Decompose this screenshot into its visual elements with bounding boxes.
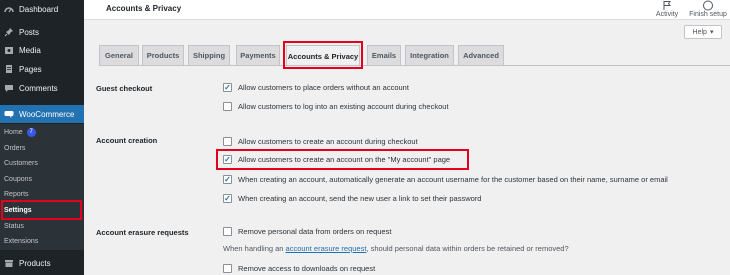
checkbox-remove-order-data[interactable]	[223, 227, 232, 236]
option-guest-orders-label: Allow customers to place orders without …	[238, 83, 409, 92]
erasure-description-post: , should personal data within orders be …	[366, 244, 569, 253]
option-remove-order-data[interactable]: Remove personal data from orders on requ…	[223, 227, 391, 236]
pin-icon	[4, 27, 14, 37]
woo-icon	[4, 109, 14, 119]
tab-integration[interactable]: Integration	[405, 45, 454, 65]
media-icon	[4, 45, 14, 55]
nav-comments[interactable]: Comments	[0, 79, 84, 97]
tab-shipping[interactable]: Shipping	[188, 45, 230, 65]
erasure-description-pre: When handling an	[223, 244, 286, 253]
nav-woocommerce[interactable]: WooCommerce	[0, 105, 84, 123]
erasure-description: When handling an account erasure request…	[223, 244, 569, 253]
nav-posts-label: Posts	[19, 27, 40, 37]
submenu-coupons[interactable]: Coupons	[4, 174, 32, 186]
page-title: Accounts & Privacy	[106, 4, 182, 13]
submenu-customers[interactable]: Customers	[4, 158, 38, 170]
submenu-extensions[interactable]: Extensions	[4, 236, 38, 248]
nav-pages[interactable]: Pages	[0, 60, 84, 78]
tab-emails[interactable]: Emails	[367, 45, 401, 65]
nav-media-label: Media	[19, 45, 41, 55]
tab-general[interactable]: General	[99, 45, 139, 65]
option-create-account-checkout[interactable]: Allow customers to create an account dur…	[223, 137, 418, 146]
checkbox-send-password-link[interactable]	[223, 194, 232, 203]
option-remove-downloads[interactable]: Remove access to downloads on request	[223, 264, 375, 273]
option-generate-username[interactable]: When creating an account, automatically …	[223, 175, 668, 184]
erasure-request-link[interactable]: account erasure request	[286, 244, 367, 253]
option-guest-orders[interactable]: Allow customers to place orders without …	[223, 83, 409, 92]
caret-down-icon: ▾	[709, 29, 714, 36]
nav-media[interactable]: Media	[0, 41, 84, 59]
option-login-checkout-label: Allow customers to log into an existing …	[238, 102, 449, 111]
nav-dashboard[interactable]: Dashboard	[0, 0, 84, 18]
finish-setup-button[interactable]: Finish setup	[688, 0, 728, 18]
help-button[interactable]: Help ▾	[684, 25, 722, 39]
option-remove-downloads-label: Remove access to downloads on request	[238, 264, 376, 273]
nav-products-label: Products	[19, 258, 51, 268]
option-remove-order-data-label: Remove personal data from orders on requ…	[238, 227, 392, 236]
nav-posts[interactable]: Posts	[0, 23, 84, 41]
nav-pages-label: Pages	[19, 64, 42, 74]
finish-setup-label: Finish setup	[689, 11, 727, 18]
option-generate-username-label: When creating an account, automatically …	[238, 175, 668, 184]
section-account-creation: Account creation	[96, 136, 158, 145]
tab-highlight-box	[283, 41, 363, 69]
activity-label: Activity	[655, 11, 679, 18]
page-icon	[4, 64, 14, 74]
submenu-orders[interactable]: Orders	[4, 143, 25, 155]
activity-button[interactable]: Activity	[652, 0, 682, 18]
notification-badge: 7	[26, 127, 36, 137]
checkbox-guest-orders[interactable]	[223, 83, 232, 92]
dashboard-icon	[4, 4, 14, 14]
nav-comments-label: Comments	[19, 83, 58, 93]
progress-ring-icon	[688, 0, 728, 11]
woocommerce-submenu: Home 7 Orders Customers Coupons Reports S…	[0, 124, 84, 250]
submenu-home-label: Home	[4, 129, 23, 136]
option-send-password-link[interactable]: When creating an account, send the new u…	[223, 194, 481, 203]
flag-icon	[652, 0, 682, 11]
tab-advanced[interactable]: Advanced	[458, 45, 504, 65]
checkbox-generate-username[interactable]	[223, 175, 232, 184]
section-account-erasure: Account erasure requests	[96, 228, 189, 237]
admin-sidebar: Dashboard Posts Media Pages Comments Woo…	[0, 0, 84, 275]
section-guest-checkout: Guest checkout	[96, 84, 153, 93]
submenu-home[interactable]: Home 7	[4, 127, 36, 139]
tab-payments[interactable]: Payments	[236, 45, 280, 65]
nav-woocommerce-label: WooCommerce	[19, 109, 75, 119]
help-label: Help	[692, 28, 707, 36]
top-header: Accounts & Privacy Activity Finish setup	[84, 0, 730, 20]
option-highlight-box	[216, 149, 469, 170]
checkbox-create-account-checkout[interactable]	[223, 137, 232, 146]
settings-highlight-box	[1, 200, 82, 220]
option-create-account-checkout-label: Allow customers to create an account dur…	[238, 137, 418, 146]
nav-products[interactable]: Products	[0, 254, 84, 272]
tab-divider	[99, 65, 730, 66]
option-send-password-link-label: When creating an account, send the new u…	[238, 194, 482, 203]
checkbox-login-checkout[interactable]	[223, 102, 232, 111]
option-login-checkout[interactable]: Allow customers to log into an existing …	[223, 102, 449, 111]
nav-dashboard-label: Dashboard	[19, 4, 59, 14]
tab-products[interactable]: Products	[142, 45, 184, 65]
archive-icon	[4, 258, 14, 268]
comment-icon	[4, 83, 14, 93]
submenu-status[interactable]: Status	[4, 221, 24, 233]
checkbox-remove-downloads[interactable]	[223, 264, 232, 273]
